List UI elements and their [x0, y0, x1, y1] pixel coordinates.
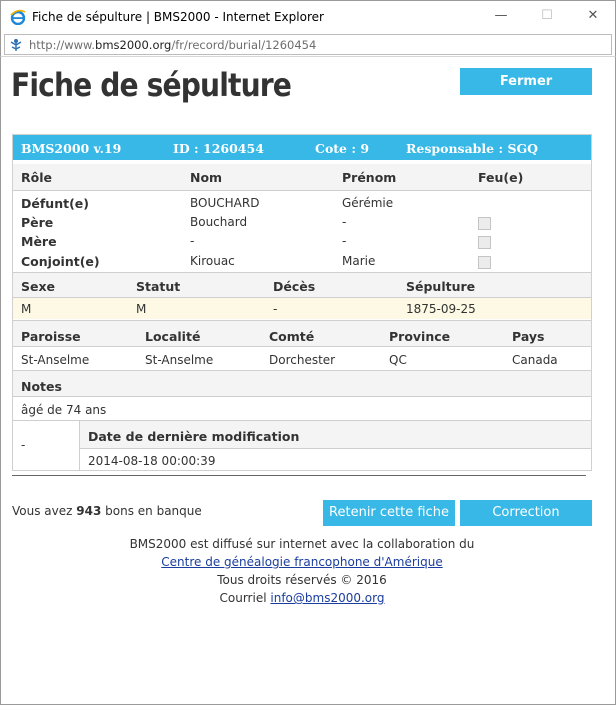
- email-link[interactable]: info@bms2000.org: [270, 591, 384, 605]
- close-window-button[interactable]: ✕: [570, 1, 616, 31]
- col-feu: Feu(e): [478, 170, 524, 185]
- feu-mere-checkbox[interactable]: [478, 236, 491, 249]
- role-defunt: Défunt(e): [21, 196, 89, 211]
- modification-value: 2014-08-18 00:00:39: [88, 454, 216, 468]
- divider: [13, 346, 591, 347]
- record-responsable: Responsable : SGQ: [406, 141, 539, 156]
- value-localite: St-Anselme: [145, 353, 214, 367]
- status-values-row: [13, 298, 591, 319]
- nom-conjoint: Kirouac: [190, 254, 235, 268]
- maximize-button[interactable]: ☐: [524, 1, 570, 31]
- divider: [79, 420, 80, 471]
- col-sexe: Sexe: [21, 279, 56, 294]
- record-version: BMS2000 v.19: [21, 141, 122, 156]
- url-domain: bms2000.org: [95, 38, 172, 52]
- col-statut: Statut: [136, 279, 181, 294]
- value-sexe: M: [21, 302, 32, 316]
- footer: BMS2000 est diffusé sur internet avec la…: [1, 535, 603, 607]
- value-pays: Canada: [512, 353, 558, 367]
- value-province: QC: [389, 353, 407, 367]
- prenom-defunt: Gérémie: [342, 196, 394, 210]
- modification-left: -: [21, 438, 26, 452]
- col-paroisse: Paroisse: [21, 329, 81, 344]
- page-content: Fiche de sépulture Fermer BMS2000 v.19 I…: [0, 57, 616, 705]
- value-sepulture: 1875-09-25: [406, 302, 476, 316]
- notes-label: Notes: [21, 379, 62, 394]
- value-comte: Dorchester: [269, 353, 336, 367]
- retain-record-button[interactable]: Retenir cette fiche: [323, 500, 455, 526]
- value-paroisse: St-Anselme: [21, 353, 90, 367]
- cgfa-link[interactable]: Centre de généalogie francophone d'Améri…: [161, 555, 442, 569]
- internet-explorer-icon: [10, 9, 26, 25]
- notes-value: âgé de 74 ans: [21, 403, 107, 417]
- role-mere: Mère: [21, 234, 57, 249]
- record-cote: Cote : 9: [315, 141, 370, 156]
- minimize-button[interactable]: —: [478, 1, 524, 31]
- nom-pere: Bouchard: [190, 215, 248, 229]
- url-field[interactable]: http://www.bms2000.org/fr/record/burial/…: [4, 34, 612, 55]
- col-pays: Pays: [512, 329, 545, 344]
- col-nom: Nom: [190, 170, 223, 185]
- col-localite: Localité: [145, 329, 201, 344]
- nom-defunt: BOUCHARD: [190, 196, 260, 210]
- col-deces: Décès: [273, 279, 316, 294]
- notes-header-row: [13, 371, 591, 396]
- site-favicon-icon: [10, 39, 22, 51]
- footer-email-line: Courriel info@bms2000.org: [1, 589, 603, 607]
- url-text: http://www.bms2000.org/fr/record/burial/…: [29, 38, 316, 52]
- bank-credits: Vous avez 943 bons en banque: [12, 504, 202, 518]
- feu-pere-checkbox[interactable]: [478, 217, 491, 230]
- address-bar: http://www.bms2000.org/fr/record/burial/…: [0, 32, 616, 57]
- col-province: Province: [389, 329, 451, 344]
- bank-prefix: Vous avez: [12, 504, 73, 518]
- col-sepulture: Sépulture: [406, 279, 476, 294]
- divider: [80, 448, 591, 449]
- col-role: Rôle: [21, 170, 52, 185]
- horizontal-rule: [12, 475, 586, 476]
- divider: [13, 297, 591, 298]
- bank-count: 943: [76, 504, 102, 518]
- divider: [13, 396, 591, 397]
- prenom-pere: -: [342, 215, 347, 229]
- page-title: Fiche de sépulture: [11, 66, 292, 104]
- divider: [13, 190, 591, 191]
- url-path: /fr/record/burial/1260454: [171, 38, 317, 52]
- value-statut: M: [136, 302, 147, 316]
- feu-conjoint-checkbox[interactable]: [478, 256, 491, 269]
- record-header: BMS2000 v.19 ID : 1260454 Cote : 9 Respo…: [13, 135, 591, 160]
- prenom-mere: -: [342, 234, 347, 248]
- prenom-conjoint: Marie: [342, 254, 376, 268]
- close-button[interactable]: Fermer: [460, 68, 592, 95]
- correction-button[interactable]: Correction: [460, 500, 592, 526]
- window-title: Fiche de sépulture | BMS2000 - Internet …: [32, 10, 324, 24]
- role-conjoint: Conjoint(e): [21, 254, 100, 269]
- window-titlebar: Fiche de sépulture | BMS2000 - Internet …: [0, 0, 616, 32]
- url-prefix: http://www.: [29, 38, 96, 52]
- value-deces: -: [273, 302, 278, 316]
- nom-mere: -: [190, 234, 195, 248]
- record-id: ID : 1260454: [173, 141, 264, 156]
- col-prenom: Prénom: [342, 170, 397, 185]
- modification-label: Date de dernière modification: [88, 429, 300, 444]
- footer-email-prefix: Courriel: [219, 591, 267, 605]
- footer-line: BMS2000 est diffusé sur internet avec la…: [129, 537, 475, 551]
- burial-record: BMS2000 v.19 ID : 1260454 Cote : 9 Respo…: [12, 134, 592, 471]
- bank-suffix: bons en banque: [105, 504, 202, 518]
- col-comte: Comté: [269, 329, 315, 344]
- footer-copyright: Tous droits réservés © 2016: [217, 573, 387, 587]
- role-pere: Père: [21, 215, 54, 230]
